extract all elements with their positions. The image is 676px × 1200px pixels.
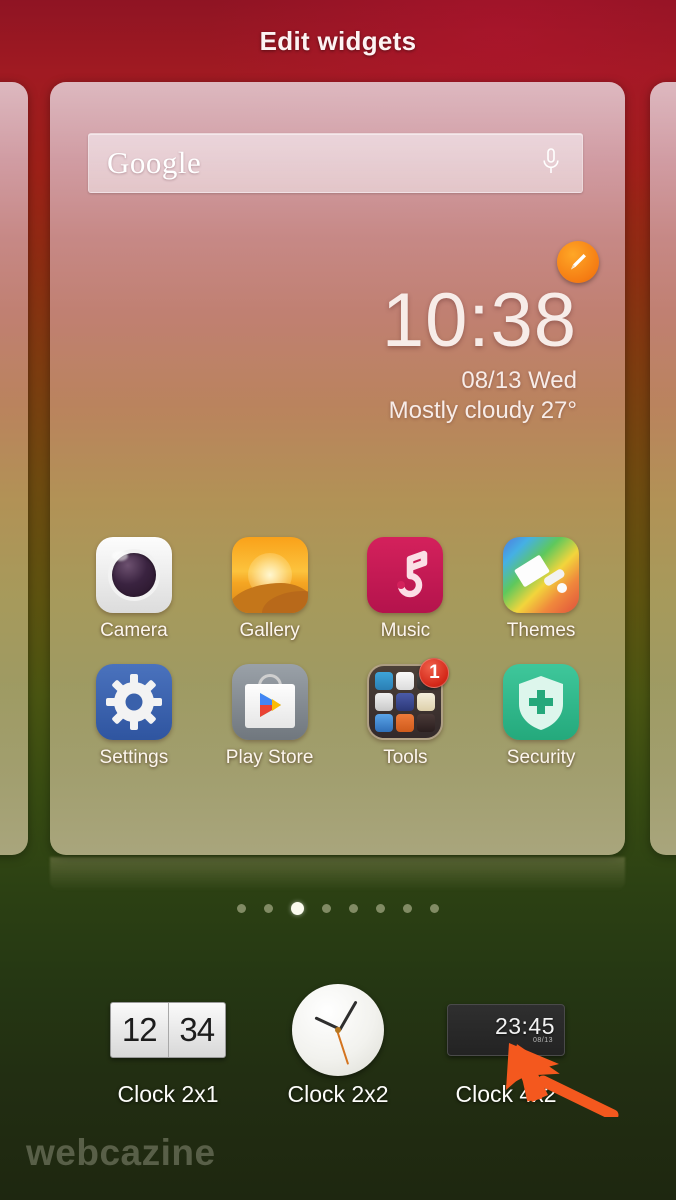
title-bar: Edit widgets	[0, 0, 676, 82]
page-card-surface	[650, 82, 676, 855]
app-row-2: Settings Play Store 1 Tools Security	[50, 658, 625, 769]
app-label: Settings	[99, 747, 169, 768]
page-dot[interactable]	[264, 904, 273, 913]
folder-mini-icon	[417, 693, 436, 711]
microphone-icon[interactable]	[542, 148, 560, 179]
arrow-pointer-icon	[505, 1043, 619, 1117]
app-label: Themes	[506, 620, 576, 641]
app-row-1: Camera Gallery Music Themes	[50, 537, 625, 642]
google-search-widget[interactable]: Google	[88, 133, 583, 193]
weather-summary: Mostly cloudy 27°	[388, 397, 577, 424]
app-label: Security	[506, 747, 576, 768]
app-tools-folder[interactable]: 1 Tools	[350, 658, 460, 769]
notification-badge: 1	[419, 658, 450, 688]
page-dot[interactable]	[430, 904, 439, 913]
page-dot-active[interactable]	[291, 902, 304, 915]
pencil-icon	[571, 254, 586, 270]
app-play-store[interactable]: Play Store	[215, 664, 325, 769]
page-dot[interactable]	[403, 904, 412, 913]
clock-minute-hand	[338, 1000, 358, 1032]
paint-brush-icon[interactable]	[503, 537, 580, 613]
card-reflection	[50, 857, 625, 891]
clock-center-pin	[335, 1027, 341, 1033]
folder-mini-icon	[396, 672, 415, 690]
page-card-surface	[0, 82, 28, 855]
camera-glint	[111, 551, 128, 561]
page-card-next[interactable]	[650, 82, 676, 855]
music-note-icon[interactable]	[367, 537, 444, 613]
gallery-icon[interactable]	[231, 537, 308, 613]
app-label: Play Store	[225, 747, 314, 768]
page-card-current[interactable]: Google 10:38 08/13 Wed Mostly cloudy 27°	[50, 82, 625, 855]
music-note-glyph	[397, 550, 428, 598]
gear-icon[interactable]	[95, 664, 172, 740]
folder-mini-icon	[375, 693, 394, 711]
play-triangle-glyph	[259, 693, 281, 717]
gear-glyph	[105, 674, 162, 730]
folder-mini-icon	[396, 693, 415, 711]
app-label: Tools	[383, 747, 428, 768]
paint-brush-glyph	[514, 555, 568, 593]
app-label: Music	[380, 620, 431, 641]
shield-plus-icon[interactable]	[503, 664, 580, 740]
camera-icon[interactable]	[95, 537, 172, 613]
app-label: Camera	[100, 620, 168, 641]
app-camera[interactable]: Camera	[79, 537, 189, 642]
clock-second-hand	[336, 1030, 350, 1065]
app-music[interactable]: Music	[350, 537, 460, 642]
page-title: Edit widgets	[259, 25, 417, 56]
folder-mini-icon	[375, 672, 394, 690]
folder-mini-icon	[375, 714, 394, 732]
watermark: webcazine	[26, 1132, 216, 1173]
flip-minutes: 34	[167, 1003, 226, 1057]
analog-clock-preview	[292, 984, 384, 1076]
app-grid: Camera Gallery Music Themes Settings Pla…	[50, 537, 625, 791]
page-dot[interactable]	[237, 904, 246, 913]
shield-plus-glyph	[519, 676, 564, 730]
app-label: Gallery	[239, 620, 300, 641]
clock-date: 08/13 Wed	[461, 367, 577, 394]
app-gallery[interactable]: Gallery	[215, 537, 325, 642]
edit-widgets-screen: Edit widgets Google 10:38 08/13 Wed Most…	[0, 0, 676, 1200]
page-dot[interactable]	[349, 904, 358, 913]
clock-weather-widget[interactable]: 10:38 08/13 Wed Mostly cloudy 27°	[50, 282, 625, 426]
app-themes[interactable]: Themes	[486, 537, 596, 642]
folder-icon[interactable]: 1	[367, 658, 450, 740]
flip-clock-preview: 12 34	[110, 1002, 226, 1058]
folder-mini-icon	[417, 714, 436, 732]
folder-mini-icon	[396, 714, 415, 732]
page-carousel[interactable]: Google 10:38 08/13 Wed Mostly cloudy 27°	[0, 82, 676, 857]
app-settings[interactable]: Settings	[79, 664, 189, 769]
flip-hours: 12	[121, 1011, 158, 1048]
page-dot[interactable]	[322, 904, 331, 913]
clock-time: 10:38	[381, 278, 577, 363]
page-indicator[interactable]	[0, 902, 676, 915]
page-card-previous[interactable]	[0, 82, 28, 855]
widget-edit-badge[interactable]	[557, 241, 599, 283]
page-dot[interactable]	[376, 904, 385, 913]
app-security[interactable]: Security	[486, 664, 596, 769]
google-logo-text: Google	[107, 145, 202, 180]
play-store-bag-icon[interactable]	[231, 664, 308, 740]
